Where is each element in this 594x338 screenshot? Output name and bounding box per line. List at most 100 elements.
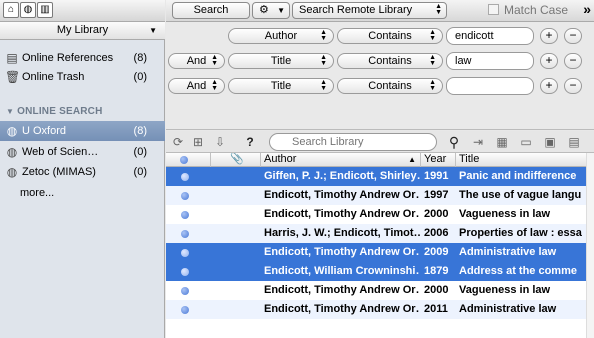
sidebar-item-label: Zetoc (MIMAS) (22, 166, 96, 178)
vertical-scrollbar[interactable] (586, 153, 594, 338)
column-label: Year (424, 153, 447, 165)
sidebar-item-online-references[interactable]: ▤ Online References (8) (0, 48, 165, 68)
gear-icon: ⚙ (259, 4, 269, 16)
sidebar-item-count: (0) (133, 146, 147, 158)
search-term-input-2[interactable] (446, 52, 534, 70)
table-row[interactable]: Endicott, Timothy Andrew Or… 2009 Administ… (166, 243, 594, 262)
bool-value: And (186, 80, 207, 92)
sidebar-item-online-trash[interactable]: 🗑 Online Trash (0) (0, 67, 165, 87)
sync-icon[interactable]: ⟳ (170, 134, 186, 150)
year-cell: 1997 (424, 189, 449, 201)
title-column-header[interactable]: Title (456, 153, 594, 167)
updown-arrows-icon: ▲ ▼ (429, 54, 436, 67)
title-cell: Address at the comme (459, 265, 577, 277)
trash-icon: 🗑 (5, 70, 21, 84)
author-cell: Endicott, William Crowninshi… (264, 265, 420, 277)
search-button[interactable]: Search (172, 2, 250, 19)
unread-dot-icon (181, 287, 189, 295)
more-link[interactable]: more... (20, 187, 54, 199)
add-row-button-1[interactable]: + (540, 28, 558, 44)
layout-icon[interactable]: ▤ (566, 134, 582, 150)
field-select-2[interactable]: Title ▲ ▼ (228, 53, 334, 69)
unread-dot-icon (181, 173, 189, 181)
library-dropdown[interactable]: My Library ▼ (0, 22, 165, 40)
sidebar: ⌂ ◍ ▥ My Library ▼ ▤ Online References (… (0, 0, 165, 338)
field-value: Title (270, 55, 292, 67)
import-icon[interactable]: ⇩ (212, 134, 228, 150)
sidebar-item-zetoc[interactable]: ◍ Zetoc (MIMAS) (0) (0, 162, 165, 182)
sidebar-top-toolbar: ⌂ ◍ ▥ (0, 0, 165, 22)
search-term-input-3[interactable] (446, 77, 534, 95)
bool-select-2[interactable]: And ▲ ▼ (168, 53, 225, 69)
globe-icon: ◍ (6, 124, 18, 138)
table-row[interactable]: Endicott, Timothy Andrew Or… 2000 Vaguenes… (166, 281, 594, 300)
library-icon[interactable]: ▥ (37, 2, 53, 18)
table-row[interactable]: Endicott, Timothy Andrew Or… 1997 The use … (166, 186, 594, 205)
operator-value: Contains (368, 55, 412, 67)
author-cell: Giffen, P. J.; Endicott, Shirley… (264, 170, 420, 182)
table-row[interactable]: Endicott, Timothy Andrew Or… 2000 Vaguenes… (166, 205, 594, 224)
print-icon[interactable]: ▭ (518, 134, 534, 150)
sidebar-item-count: (8) (133, 52, 147, 64)
updown-arrows-icon: ▲ ▼ (320, 29, 327, 42)
help-icon[interactable]: ? (242, 134, 258, 150)
table-row[interactable]: Endicott, William Crowninshi… 1879 Address… (166, 262, 594, 281)
toolbar-overflow-icon[interactable]: » (583, 1, 591, 17)
title-cell: Panic and indifference (459, 170, 577, 182)
author-cell: Endicott, Timothy Andrew Or… (264, 246, 420, 258)
read-status-column[interactable] (166, 153, 211, 167)
year-column-header[interactable]: Year (421, 153, 456, 167)
new-reference-icon[interactable]: ⊞ (190, 134, 206, 150)
remove-row-button-1[interactable]: − (564, 28, 582, 44)
field-select-3[interactable]: Title ▲ ▼ (228, 78, 334, 94)
online-search-section-header[interactable]: ▼ ONLINE SEARCH (6, 106, 103, 117)
action-menu-button[interactable]: ⚙ ▼ (252, 2, 290, 19)
bool-select-3[interactable]: And ▲ ▼ (168, 78, 225, 94)
home-icon[interactable]: ⌂ (3, 2, 19, 18)
updown-arrows-icon: ▲ ▼ (435, 3, 442, 16)
author-column-header[interactable]: Author ▲ (261, 153, 421, 167)
year-cell: 2006 (424, 227, 449, 239)
add-row-button-2[interactable]: + (540, 53, 558, 69)
operator-select-1[interactable]: Contains ▲ ▼ (337, 28, 443, 44)
operator-select-2[interactable]: Contains ▲ ▼ (337, 53, 443, 69)
search-term-input-1[interactable] (446, 27, 534, 45)
remove-row-button-2[interactable]: − (564, 53, 582, 69)
preview-icon[interactable]: ▣ (542, 134, 558, 150)
operator-select-3[interactable]: Contains ▲ ▼ (337, 78, 443, 94)
table-row[interactable]: Giffen, P. J.; Endicott, Shirley… 1991 Pan… (166, 167, 594, 186)
remote-library-select[interactable]: Search Remote Library ▲ ▼ (292, 2, 447, 19)
year-cell: 2000 (424, 284, 449, 296)
title-cell: Administrative law (459, 246, 557, 258)
operator-value: Contains (368, 30, 412, 42)
field-select-1[interactable]: Author ▲ ▼ (228, 28, 334, 44)
sidebar-item-count: (0) (133, 166, 147, 178)
sidebar-item-label: Online Trash (22, 71, 85, 83)
table-row[interactable]: Endicott, Timothy Andrew Or… 2011 Administ… (166, 300, 594, 319)
insert-citation-icon[interactable]: ⇥ (470, 134, 486, 150)
attachment-column[interactable]: 📎 (211, 153, 261, 167)
sidebar-item-u-oxford[interactable]: ◍ U Oxford (8) (0, 121, 165, 141)
disclosure-triangle-icon: ▼ (6, 107, 15, 116)
updown-arrows-icon: ▲ ▼ (320, 79, 327, 92)
title-cell: Vagueness in law (459, 284, 551, 296)
references-icon: ▤ (6, 51, 18, 65)
title-cell: Properties of law : essa (459, 227, 582, 239)
add-row-button-3[interactable]: + (540, 78, 558, 94)
table-row[interactable]: Harris, J. W.; Endicott, Timot… 2006 Prope… (166, 224, 594, 243)
updown-arrows-icon: ▲ ▼ (211, 54, 218, 67)
sidebar-item-web-of-science[interactable]: ◍ Web of Scien… (0) (0, 142, 165, 162)
author-cell: Endicott, Timothy Andrew Or… (264, 303, 420, 315)
globe-icon: ◍ (6, 165, 18, 179)
globe-icon[interactable]: ◍ (20, 2, 36, 18)
sidebar-item-label: Online References (22, 52, 114, 64)
export-icon[interactable]: ▦ (494, 134, 510, 150)
chevron-down-icon: ▼ (277, 6, 285, 15)
remove-row-button-3[interactable]: − (564, 78, 582, 94)
magnifier-icon[interactable]: ⚲ (446, 134, 462, 150)
paperclip-icon: 📎 (230, 153, 244, 165)
bool-value: And (186, 55, 207, 67)
match-case-checkbox[interactable]: Match Case (488, 3, 568, 17)
search-library-input[interactable] (269, 133, 437, 151)
updown-arrows-icon: ▲ ▼ (429, 79, 436, 92)
